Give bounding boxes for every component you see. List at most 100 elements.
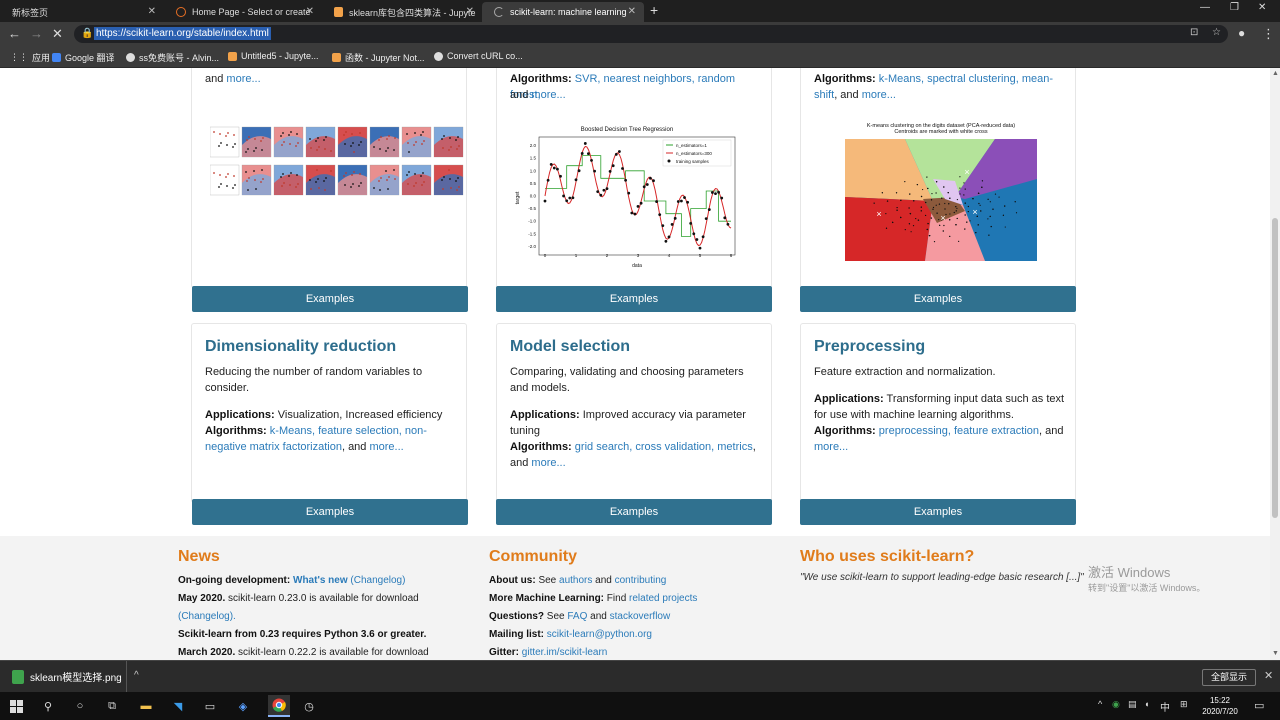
show-all-button[interactable]: 全部显示 — [1202, 669, 1256, 686]
google-translate-icon — [52, 53, 61, 62]
stop-loading-icon[interactable]: ✕ — [52, 26, 63, 42]
more-link[interactable]: more... — [531, 457, 565, 469]
more-link[interactable]: more... — [369, 441, 403, 453]
bookmarks-bar: ⋮⋮ 应用 Google 翻译 ss免费账号 - Alvin... Untitl… — [0, 46, 1280, 68]
tab-home-page[interactable]: Home Page - Select or create ✕ — [164, 2, 322, 22]
bookmark-ss[interactable]: ss免费账号 - Alvin... — [126, 51, 219, 64]
page-scrollbar[interactable]: ▲ ▼ — [1270, 68, 1280, 660]
tab-scikit-learn[interactable]: scikit-learn: machine learning ✕ — [482, 2, 644, 22]
bookmark-label: 函数 - Jupyter Not... — [345, 53, 425, 63]
card-algorithms-tail: and more... — [510, 89, 566, 101]
chart-subtitle: Centroids are marked with white cross — [894, 129, 987, 135]
download-item[interactable]: sklearn模型选择.png — [12, 669, 122, 684]
gitter-link[interactable]: gitter.im/scikit-learn — [522, 647, 608, 658]
notifications-icon[interactable]: ▭ — [1254, 699, 1264, 712]
tab-sklearn-notebook[interactable]: sklearn库包含四类算法 - Jupyte ✕ — [322, 2, 482, 22]
examples-button-model-selection[interactable]: Examples — [496, 499, 772, 525]
network-icon[interactable]: ▤ — [1128, 699, 1137, 710]
profile-icon[interactable]: ● — [1238, 26, 1245, 40]
menu-icon[interactable]: ⋮ — [1262, 26, 1275, 42]
authors-link[interactable]: authors — [559, 575, 592, 586]
tab-new-tab[interactable]: 新标签页 ✕ — [0, 2, 164, 22]
examples-button-classification[interactable]: Examples — [192, 286, 468, 312]
card-dimensionality-reduction: Dimensionality reduction Reducing the nu… — [191, 323, 467, 503]
algorithm-links[interactable]: grid search, cross validation, metrics — [575, 441, 753, 453]
more-link[interactable]: more... — [531, 89, 565, 101]
changelog-link[interactable]: (Changelog). — [178, 611, 236, 622]
card-algorithms: Algorithms: grid search, cross validatio… — [510, 441, 756, 469]
tray-chevron-icon[interactable]: ^ — [1098, 699, 1102, 709]
community-item: More Machine Learning: Find related proj… — [489, 593, 698, 604]
close-icon[interactable]: ✕ — [466, 6, 474, 17]
vscode-icon[interactable]: ◥ — [170, 698, 186, 714]
related-projects-link[interactable]: related projects — [629, 593, 697, 604]
globe-icon — [126, 53, 135, 62]
app-icon[interactable]: ◷ — [301, 698, 317, 714]
stackoverflow-link[interactable]: stackoverflow — [610, 611, 671, 622]
card-title[interactable]: Dimensionality reduction — [205, 338, 396, 356]
cortana-icon[interactable]: ○ — [72, 698, 88, 714]
close-window-icon[interactable]: ✕ — [1258, 2, 1266, 13]
keyboard-icon[interactable]: ⊞ — [1180, 699, 1188, 710]
task-view-icon[interactable]: ⧉ — [104, 698, 120, 714]
mailing-list-link[interactable]: scikit-learn@python.org — [547, 629, 652, 640]
translate-icon[interactable]: ⊡ — [1190, 27, 1198, 38]
jupyter-icon — [334, 7, 343, 17]
system-clock[interactable]: 15:22 2020/7/20 — [1196, 695, 1244, 717]
scroll-thumb[interactable] — [1272, 218, 1278, 518]
algorithm-links[interactable]: preprocessing, feature extraction — [879, 425, 1039, 437]
close-icon[interactable]: ✕ — [148, 6, 156, 17]
volume-icon[interactable]: ◖ — [1144, 699, 1149, 709]
whats-new-link[interactable]: What's new — [293, 575, 348, 586]
card-algorithms: Algorithms: k-Means, spectral clustering… — [814, 73, 1054, 85]
scroll-down-icon[interactable]: ▼ — [1272, 650, 1279, 657]
url-text[interactable]: https://scikit-learn.org/stable/index.ht… — [94, 27, 271, 40]
ime-indicator[interactable]: 中 — [1160, 699, 1170, 714]
lock-icon: 🔒 — [81, 28, 94, 39]
bookmark-google-translate[interactable]: Google 翻译 — [52, 51, 115, 64]
tray-app-icon[interactable]: ◉ — [1112, 699, 1120, 710]
examples-button-regression[interactable]: Examples — [496, 286, 772, 312]
close-icon[interactable]: ✕ — [1264, 669, 1273, 682]
forward-icon[interactable]: → — [30, 26, 43, 41]
contributing-link[interactable]: contributing — [615, 575, 667, 586]
shield-app-icon[interactable]: ◈ — [235, 698, 251, 714]
file-explorer-icon[interactable]: ▬ — [138, 698, 154, 714]
search-icon[interactable]: ⚲ — [40, 698, 56, 714]
back-icon[interactable]: ← — [8, 26, 21, 41]
faq-link[interactable]: FAQ — [567, 611, 587, 622]
card-model-selection: Model selection Comparing, validating an… — [496, 323, 772, 503]
card-applications: Applications: Visualization, Increased e… — [205, 409, 443, 421]
examples-button-clustering[interactable]: Examples — [800, 286, 1076, 312]
algorithm-link[interactable]: shift — [814, 89, 834, 101]
bookmark-functions[interactable]: 函数 - Jupyter Not... — [332, 51, 425, 64]
star-icon[interactable]: ☆ — [1212, 27, 1221, 38]
bookmark-apps[interactable]: ⋮⋮ 应用 — [10, 51, 50, 64]
card-clustering: Algorithms: k-Means, spectral clustering… — [800, 68, 1076, 288]
scroll-up-icon[interactable]: ▲ — [1272, 70, 1279, 77]
close-icon[interactable]: ✕ — [628, 6, 636, 17]
close-icon[interactable]: ✕ — [306, 6, 314, 17]
maximize-icon[interactable]: ❐ — [1230, 2, 1239, 13]
terminal-icon[interactable]: ▭ — [202, 698, 218, 714]
more-link[interactable]: more... — [862, 89, 896, 101]
windows-start-icon[interactable] — [8, 698, 24, 714]
chevron-up-icon[interactable]: ^ — [134, 670, 139, 681]
bookmark-convert-curl[interactable]: Convert cURL co... — [434, 51, 523, 61]
community-item: Gitter: gitter.im/scikit-learn — [489, 647, 608, 658]
who-uses-title: Who uses scikit-learn? — [800, 548, 975, 565]
card-description: Comparing, validating and choosing param… — [510, 366, 744, 394]
more-link[interactable]: more... — [814, 441, 848, 453]
address-bar[interactable]: 🔒 https://scikit-learn.org/stable/index.… — [74, 25, 1228, 43]
algorithm-links[interactable]: k-Means, spectral clustering, mean- — [879, 73, 1053, 85]
chrome-icon[interactable] — [268, 695, 290, 717]
examples-button-dimensionality-reduction[interactable]: Examples — [192, 499, 468, 525]
more-link[interactable]: more... — [226, 73, 260, 85]
new-tab-button[interactable]: + — [650, 2, 658, 18]
minimize-icon[interactable]: — — [1200, 2, 1210, 13]
bookmark-untitled5[interactable]: Untitled5 - Jupyte... — [228, 51, 319, 61]
examples-button-preprocessing[interactable]: Examples — [800, 499, 1076, 525]
card-title[interactable]: Preprocessing — [814, 338, 925, 356]
card-title[interactable]: Model selection — [510, 338, 630, 356]
changelog-link[interactable]: (Changelog) — [350, 575, 405, 586]
